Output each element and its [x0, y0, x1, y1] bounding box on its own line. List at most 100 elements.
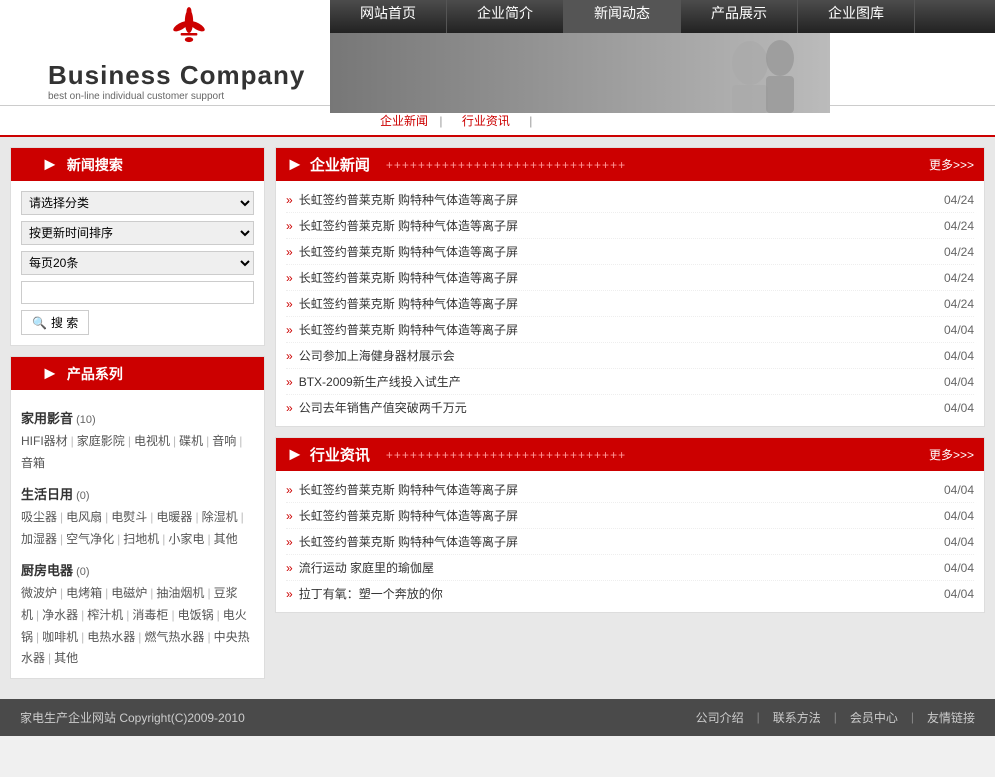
- enterprise-news-link-7[interactable]: BTX-2009新生产线投入试生产: [299, 373, 934, 390]
- product-series-section: ► 产品系列 家用影音 (10)HIFI器材|家庭影院|电视机|碟机|音响|音箱…: [10, 356, 265, 679]
- industry-news-link-3[interactable]: 流行运动 家庭里的瑜伽屋: [299, 559, 934, 576]
- product-link-音箱[interactable]: 音箱: [21, 456, 45, 470]
- enterprise-news-more[interactable]: 更多>>>: [929, 156, 974, 173]
- industry-news-dots: ++++++++++++++++++++++++++++++: [386, 448, 923, 462]
- product-link-电暖器[interactable]: 电暖器: [156, 510, 192, 524]
- separator: |: [81, 630, 84, 644]
- separator: |: [36, 630, 39, 644]
- product-link-净水器[interactable]: 净水器: [42, 608, 78, 622]
- product-link-碟机[interactable]: 碟机: [179, 434, 203, 448]
- search-input[interactable]: [21, 281, 254, 304]
- industry-news-more[interactable]: 更多>>>: [929, 446, 974, 463]
- product-link-电饭锅[interactable]: 电饭锅: [178, 608, 214, 622]
- separator: |: [117, 532, 120, 546]
- separator: |: [60, 510, 63, 524]
- enterprise-news-link-2[interactable]: 长虹签约普莱克斯 购特种气体造等离子屏: [299, 243, 934, 260]
- enterprise-news-link-4[interactable]: 长虹签约普莱克斯 购特种气体造等离子屏: [299, 295, 934, 312]
- product-link-电风扇[interactable]: 电风扇: [66, 510, 102, 524]
- industry-news-date-2: 04/04: [944, 535, 974, 549]
- subnav-企业新闻[interactable]: 企业新闻: [380, 114, 428, 128]
- product-link-其他[interactable]: 其他: [54, 651, 78, 665]
- enterprise-news-date-0: 04/24: [944, 193, 974, 207]
- product-link-微波炉[interactable]: 微波炉: [21, 586, 57, 600]
- product-link-音响[interactable]: 音响: [212, 434, 236, 448]
- enterprise-news-date-8: 04/04: [944, 401, 974, 415]
- industry-news-date-3: 04/04: [944, 561, 974, 575]
- enterprise-news-link-3[interactable]: 长虹签约普莱克斯 购特种气体造等离子屏: [299, 269, 934, 286]
- enterprise-news-item: » 长虹签约普莱克斯 购特种气体造等离子屏 04/24: [286, 187, 974, 213]
- nav-item-企业图库[interactable]: 企业图库: [798, 0, 915, 33]
- product-link-小家电[interactable]: 小家电: [168, 532, 204, 546]
- product-link-电磁炉[interactable]: 电磁炉: [111, 586, 147, 600]
- industry-news-title: 行业资讯: [310, 444, 370, 465]
- product-category-生活日用: 生活日用 (0): [21, 484, 254, 503]
- separator: |: [150, 586, 153, 600]
- product-link-燃气热水器[interactable]: 燃气热水器: [144, 630, 204, 644]
- product-category-家用影音: 家用影音 (10): [21, 408, 254, 427]
- nav-item-产品展示[interactable]: 产品展示: [681, 0, 798, 33]
- product-link-电视机[interactable]: 电视机: [134, 434, 170, 448]
- industry-news-link-0[interactable]: 长虹签约普莱克斯 购特种气体造等离子屏: [299, 481, 934, 498]
- product-link-抽油烟机[interactable]: 抽油烟机: [156, 586, 204, 600]
- separator: |: [150, 510, 153, 524]
- footer-link-会员中心[interactable]: 会员中心: [850, 709, 898, 726]
- footer-links: 公司介绍|联系方法|会员中心|友情链接: [696, 709, 975, 726]
- enterprise-news-link-5[interactable]: 长虹签约普莱克斯 购特种气体造等离子屏: [299, 321, 934, 338]
- product-arrow: ►: [41, 363, 59, 384]
- footer-link-公司介绍[interactable]: 公司介绍: [696, 709, 744, 726]
- search-button[interactable]: 🔍 搜 索: [21, 310, 89, 335]
- industry-news-link-4[interactable]: 拉丁有氧：塑一个奔放的你: [299, 585, 934, 602]
- nav-item-新闻动态[interactable]: 新闻动态: [564, 0, 681, 33]
- footer-link-友情链接[interactable]: 友情链接: [927, 709, 975, 726]
- sort-select[interactable]: 按更新时间排序: [21, 221, 254, 245]
- separator: |: [241, 510, 244, 524]
- product-links-厨房电器: 微波炉|电烤箱|电磁炉|抽油烟机|豆浆机|净水器|榨汁机|消毒柜|电饭锅|电火锅…: [21, 583, 254, 669]
- hero-banner: [330, 33, 830, 113]
- perpage-select[interactable]: 每页20条: [21, 251, 254, 275]
- industry-news-link-1[interactable]: 长虹签约普莱克斯 购特种气体造等离子屏: [299, 507, 934, 524]
- category-select[interactable]: 请选择分类: [21, 191, 254, 215]
- product-link-榨汁机[interactable]: 榨汁机: [87, 608, 123, 622]
- industry-news-item: » 流行运动 家庭里的瑜伽屋 04/04: [286, 555, 974, 581]
- news-search-section: ► 新闻搜索 请选择分类 按更新时间排序 每页20条 🔍 搜 索: [10, 147, 265, 346]
- subnav-行业资讯[interactable]: 行业资讯: [462, 114, 510, 128]
- news-bullet: »: [286, 535, 293, 549]
- enterprise-news-item: » 长虹签约普莱克斯 购特种气体造等离子屏 04/24: [286, 291, 974, 317]
- product-link-电烤箱[interactable]: 电烤箱: [66, 586, 102, 600]
- enterprise-news-item: » 公司参加上海健身器材展示会 04/04: [286, 343, 974, 369]
- enterprise-news-link-6[interactable]: 公司参加上海健身器材展示会: [299, 347, 934, 364]
- product-link-除湿机[interactable]: 除湿机: [202, 510, 238, 524]
- product-link-吸尘器[interactable]: 吸尘器: [21, 510, 57, 524]
- product-link-HIFI器材[interactable]: HIFI器材: [21, 434, 68, 448]
- separator: |: [207, 532, 210, 546]
- product-link-其他[interactable]: 其他: [214, 532, 238, 546]
- nav-item-网站首页[interactable]: 网站首页: [330, 0, 447, 33]
- enterprise-news-link-0[interactable]: 长虹签约普莱克斯 购特种气体造等离子屏: [299, 191, 934, 208]
- news-search-arrow: ►: [41, 154, 59, 175]
- product-link-电熨斗[interactable]: 电熨斗: [111, 510, 147, 524]
- industry-news-item: » 长虹签约普莱克斯 购特种气体造等离子屏 04/04: [286, 477, 974, 503]
- logo-text: Business Company: [48, 60, 330, 91]
- enterprise-news-header: ► 企业新闻 ++++++++++++++++++++++++++++++ 更多…: [276, 148, 984, 181]
- content-area: ► 企业新闻 ++++++++++++++++++++++++++++++ 更多…: [275, 147, 985, 689]
- product-link-扫地机[interactable]: 扫地机: [123, 532, 159, 546]
- footer-link-联系方法[interactable]: 联系方法: [773, 709, 821, 726]
- product-link-电热水器[interactable]: 电热水器: [87, 630, 135, 644]
- enterprise-news-arrow: ►: [286, 154, 304, 175]
- logo-icon: [48, 3, 330, 56]
- news-bullet: »: [286, 401, 293, 415]
- product-link-加湿器[interactable]: 加湿器: [21, 532, 57, 546]
- product-link-家庭影院[interactable]: 家庭影院: [77, 434, 125, 448]
- separator: |: [239, 434, 242, 448]
- industry-news-link-2[interactable]: 长虹签约普莱克斯 购特种气体造等离子屏: [299, 533, 934, 550]
- nav-item-企业简介[interactable]: 企业简介: [447, 0, 564, 33]
- product-link-消毒柜[interactable]: 消毒柜: [132, 608, 168, 622]
- industry-news-section: ► 行业资讯 ++++++++++++++++++++++++++++++ 更多…: [275, 437, 985, 613]
- product-link-空气净化[interactable]: 空气净化: [66, 532, 114, 546]
- news-bullet: »: [286, 297, 293, 311]
- industry-news-arrow: ►: [286, 444, 304, 465]
- enterprise-news-link-1[interactable]: 长虹签约普莱克斯 购特种气体造等离子屏: [299, 217, 934, 234]
- product-link-咖啡机[interactable]: 咖啡机: [42, 630, 78, 644]
- separator: |: [206, 434, 209, 448]
- enterprise-news-link-8[interactable]: 公司去年销售产值突破两千万元: [299, 399, 934, 416]
